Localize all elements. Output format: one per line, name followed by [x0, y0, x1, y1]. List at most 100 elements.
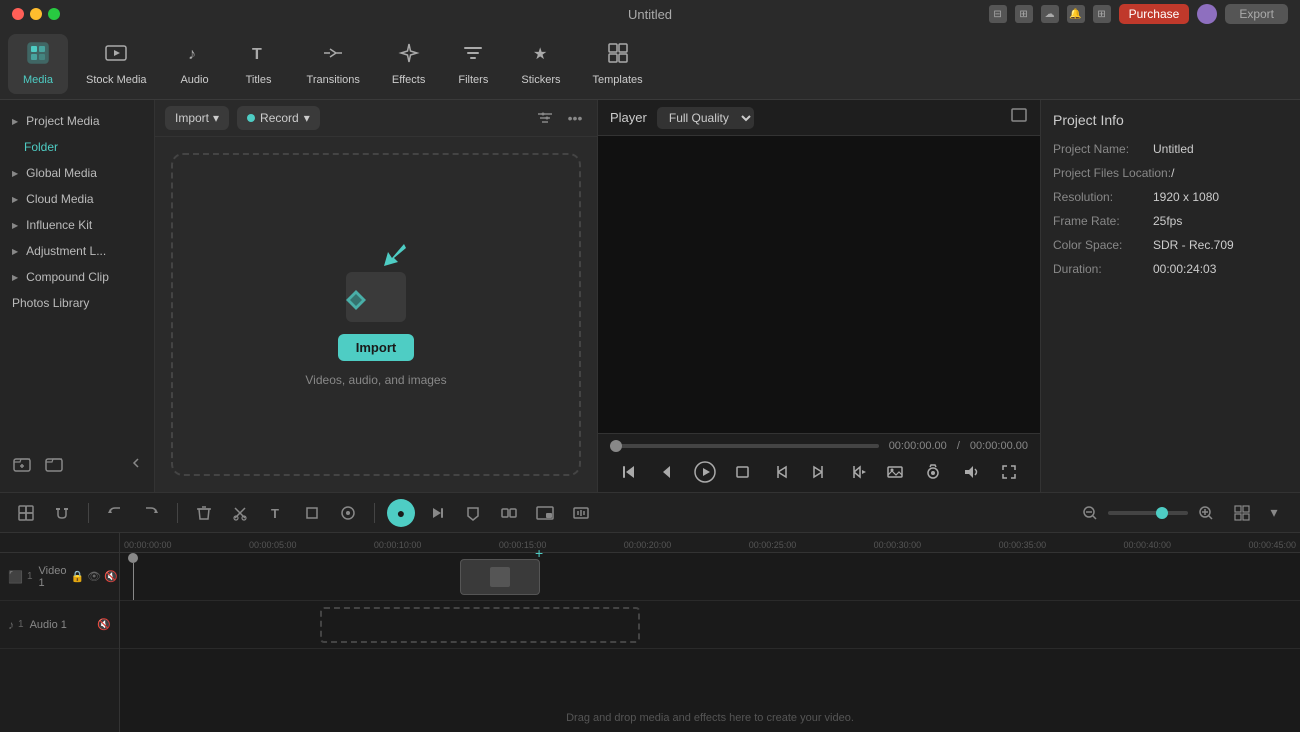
draw-button[interactable] [334, 499, 362, 527]
content-toolbar-right: ••• [533, 106, 587, 130]
transitions-icon [322, 42, 344, 70]
toolbar-transitions[interactable]: Transitions [293, 34, 374, 94]
info-row-colorspace: Color Space: SDR - Rec.709 [1053, 238, 1288, 252]
redo-button[interactable] [137, 499, 165, 527]
stickers-icon: ★ [530, 42, 552, 70]
project-info-panel: Project Info Project Name: Untitled Proj… [1040, 100, 1300, 492]
sidebar-item-folder[interactable]: Folder [0, 134, 154, 160]
toolbar-titles[interactable]: T Titles [229, 34, 289, 94]
filter-icon[interactable] [533, 106, 557, 130]
audio1-track-label: Audio 1 [30, 619, 67, 631]
purchase-button[interactable]: Purchase [1119, 4, 1190, 24]
import-button[interactable]: Import ▾ [165, 106, 229, 130]
sidebar-item-global-media[interactable]: ▶ Global Media [0, 160, 154, 186]
toolbar-effects[interactable]: Effects [378, 34, 439, 94]
export-button[interactable]: Export [1225, 4, 1288, 24]
minimize-button[interactable] [30, 8, 42, 20]
progress-bar[interactable] [610, 444, 879, 448]
crop-button[interactable] [298, 499, 326, 527]
step-forward-icon[interactable] [729, 458, 757, 486]
fullscreen-icon[interactable] [1010, 111, 1028, 128]
scene-button[interactable] [12, 499, 40, 527]
toolbar-media[interactable]: Media [8, 34, 68, 94]
video1-num: 1 [27, 571, 33, 582]
main-area: ▶ Project Media Folder ▶ Global Media ▶ … [0, 100, 1300, 492]
mark-out-icon[interactable] [805, 458, 833, 486]
track-labels: ⬛ 1 Video 1 🔒 👁 🔇 ♪ 1 Audio 1 🔇 [0, 533, 120, 732]
time-total: 00:00:00.00 [970, 440, 1028, 452]
snapshot-icon[interactable] [919, 458, 947, 486]
cloud-icon[interactable]: ☁ [1041, 5, 1059, 23]
audio-label: Audio [180, 74, 208, 86]
sidebar-item-cloud-media[interactable]: ▶ Cloud Media [0, 186, 154, 212]
traffic-lights [12, 8, 60, 20]
toolbar-filters[interactable]: Filters [443, 34, 503, 94]
user-avatar[interactable] [1197, 4, 1217, 24]
monitor-icon[interactable]: ⊟ [989, 5, 1007, 23]
timeline-drop-zone[interactable] [320, 607, 640, 643]
sidebar-global-media-label: Global Media [26, 166, 97, 180]
timeline-more-icon[interactable]: ▾ [1260, 499, 1288, 527]
new-folder-icon[interactable] [42, 452, 66, 476]
sidebar-item-photos-library[interactable]: Photos Library [0, 290, 154, 316]
video1-mute-icon[interactable]: 🔇 [104, 570, 118, 583]
pip-button[interactable] [531, 499, 559, 527]
split-audio[interactable] [495, 499, 523, 527]
sidebar-item-adjustment[interactable]: ▶ Adjustment L... [0, 238, 154, 264]
clip-thumbnail [490, 567, 510, 587]
record-button[interactable]: Record ▾ [237, 106, 320, 130]
cut-button[interactable] [226, 499, 254, 527]
step-back-icon[interactable] [653, 458, 681, 486]
skip-back-icon[interactable] [615, 458, 643, 486]
audio1-mute-icon[interactable]: 🔇 [97, 618, 111, 631]
mark-in-icon[interactable] [767, 458, 795, 486]
add-folder-icon[interactable] [10, 452, 34, 476]
toolbar-stickers[interactable]: ★ Stickers [507, 34, 574, 94]
maximize-button[interactable] [48, 8, 60, 20]
zoom-out-button[interactable] [1076, 499, 1104, 527]
info-row-framerate: Frame Rate: 25fps [1053, 214, 1288, 228]
video1-lock-icon[interactable]: 🔒 [70, 570, 84, 583]
info-label-name: Project Name: [1053, 142, 1153, 156]
video-clip[interactable] [460, 559, 540, 595]
add-marker[interactable] [459, 499, 487, 527]
ruler-mark-0: 00:00:00:00 [124, 540, 172, 550]
info-value-resolution: 1920 x 1080 [1153, 190, 1219, 204]
window-title: Untitled [628, 7, 672, 22]
play-button[interactable] [691, 458, 719, 486]
audio-clip-button[interactable] [567, 499, 595, 527]
quality-select[interactable]: Full Quality [657, 107, 754, 129]
in-out-options-icon[interactable] [843, 458, 871, 486]
text-overlay-button[interactable]: T [262, 499, 290, 527]
info-row-location: Project Files Location: / [1053, 166, 1288, 180]
more-options-icon[interactable]: ••• [563, 106, 587, 130]
zoom-in-button[interactable] [1192, 499, 1220, 527]
bell-icon[interactable]: 🔔 [1067, 5, 1085, 23]
playhead-line [133, 563, 134, 600]
volume-icon[interactable] [957, 458, 985, 486]
delete-button[interactable] [190, 499, 218, 527]
toolbar-audio[interactable]: ♪ Audio [165, 34, 225, 94]
sidebar-item-project-media[interactable]: ▶ Project Media [0, 108, 154, 134]
step-forward-tl[interactable] [423, 499, 451, 527]
collapse-sidebar-icon[interactable] [128, 455, 144, 474]
window-icon[interactable]: ⊞ [1015, 5, 1033, 23]
arrow-icon: ▶ [12, 117, 18, 126]
import-label: Import [175, 111, 209, 125]
sidebar-item-compound-clip[interactable]: ▶ Compound Clip [0, 264, 154, 290]
timeline-grid-icon[interactable] [1228, 499, 1256, 527]
grid-icon[interactable]: ⊞ [1093, 5, 1111, 23]
export-frame-icon[interactable] [881, 458, 909, 486]
undo-button[interactable] [101, 499, 129, 527]
video1-eye-icon[interactable]: 👁 [87, 570, 101, 583]
media-drop-zone[interactable]: Import Videos, audio, and images [171, 153, 581, 476]
toolbar-stock-media[interactable]: Stock Media [72, 34, 161, 94]
sidebar-item-influence-kit[interactable]: ▶ Influence Kit [0, 212, 154, 238]
magnet-icon[interactable] [48, 499, 76, 527]
play-pause-timeline[interactable]: ● [387, 499, 415, 527]
zoom-slider[interactable] [1108, 511, 1188, 515]
close-button[interactable] [12, 8, 24, 20]
toolbar-templates[interactable]: Templates [578, 34, 656, 94]
drop-import-button[interactable]: Import [338, 334, 414, 361]
fit-view-icon[interactable] [995, 458, 1023, 486]
